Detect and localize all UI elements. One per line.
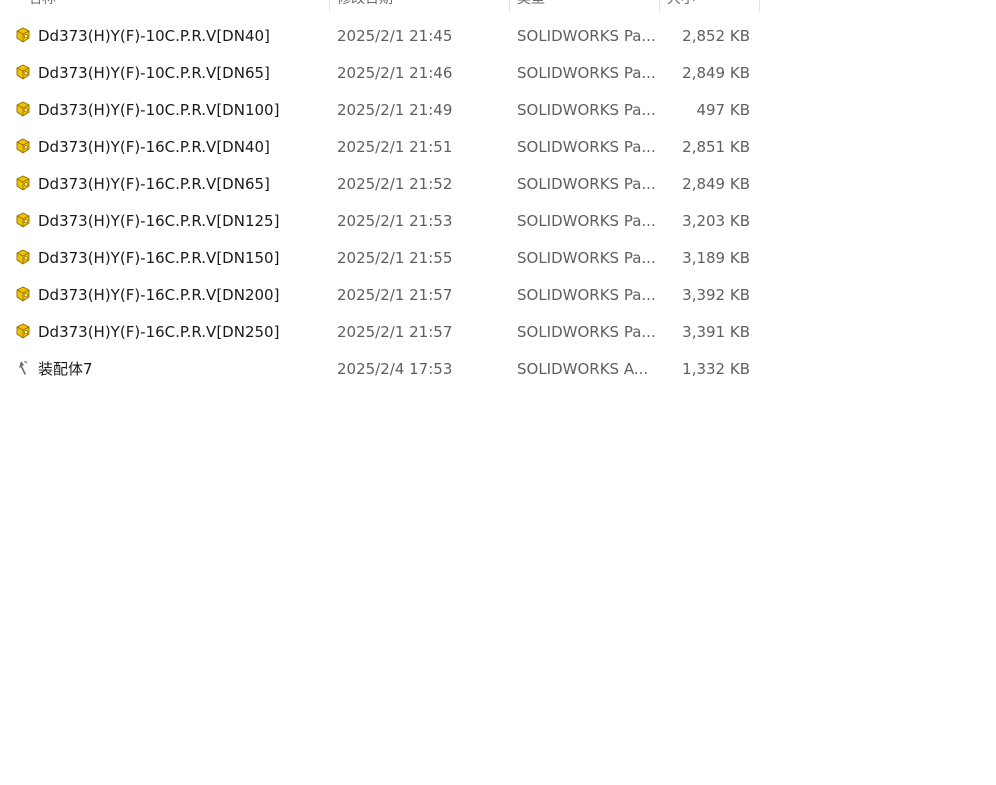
file-type: SOLIDWORKS A... [517,360,649,378]
solidworks-assembly-icon [14,359,32,377]
file-size: 3,391 KB [682,323,750,341]
file-size: 2,851 KB [682,138,750,156]
file-list: 名称 修改日期 类型 大小 Dd373(H)Y(F)-10C.P.R.V[DN4… [0,0,996,785]
file-row[interactable]: Dd373(H)Y(F)-16C.P.R.V[DN125] 2025/2/1 2… [0,203,760,240]
solidworks-part-icon [14,285,32,303]
column-header-type[interactable]: 类型 [517,0,657,12]
file-name: Dd373(H)Y(F)-16C.P.R.V[DN250] [38,323,280,341]
file-row[interactable]: Dd373(H)Y(F)-16C.P.R.V[DN65] 2025/2/1 21… [0,166,760,203]
column-divider[interactable] [509,0,510,12]
file-size: 2,849 KB [682,64,750,82]
column-header-name[interactable]: 名称 [28,0,328,12]
file-type: SOLIDWORKS Pa... [517,64,656,82]
file-modified-date: 2025/2/1 21:53 [337,212,453,230]
solidworks-part-icon [14,26,32,44]
file-size: 3,189 KB [682,249,750,267]
file-modified-date: 2025/2/1 21:57 [337,323,453,341]
file-row[interactable]: Dd373(H)Y(F)-16C.P.R.V[DN200] 2025/2/1 2… [0,277,760,314]
file-modified-date: 2025/2/1 21:55 [337,249,453,267]
file-size: 2,849 KB [682,175,750,193]
file-name: Dd373(H)Y(F)-16C.P.R.V[DN40] [38,138,270,156]
column-header-date[interactable]: 修改日期 [337,0,507,12]
file-row[interactable]: Dd373(H)Y(F)-16C.P.R.V[DN40] 2025/2/1 21… [0,129,760,166]
solidworks-part-icon [14,100,32,118]
file-name: Dd373(H)Y(F)-16C.P.R.V[DN125] [38,212,280,230]
file-row[interactable]: Dd373(H)Y(F)-16C.P.R.V[DN150] 2025/2/1 2… [0,240,760,277]
file-name: Dd373(H)Y(F)-10C.P.R.V[DN65] [38,64,270,82]
file-name: Dd373(H)Y(F)-16C.P.R.V[DN150] [38,249,280,267]
file-modified-date: 2025/2/1 21:46 [337,64,453,82]
file-type: SOLIDWORKS Pa... [517,323,656,341]
column-header-bar: 名称 修改日期 类型 大小 [0,0,760,12]
file-type: SOLIDWORKS Pa... [517,212,656,230]
file-modified-date: 2025/2/1 21:57 [337,286,453,304]
file-row[interactable]: Dd373(H)Y(F)-10C.P.R.V[DN100] 2025/2/1 2… [0,92,760,129]
file-type: SOLIDWORKS Pa... [517,249,656,267]
file-size: 497 KB [696,101,750,119]
file-row[interactable]: Dd373(H)Y(F)-16C.P.R.V[DN250] 2025/2/1 2… [0,314,760,351]
solidworks-part-icon [14,248,32,266]
file-type: SOLIDWORKS Pa... [517,101,656,119]
file-size: 3,392 KB [682,286,750,304]
file-row[interactable]: Dd373(H)Y(F)-10C.P.R.V[DN40] 2025/2/1 21… [0,18,760,55]
file-modified-date: 2025/2/1 21:45 [337,27,453,45]
column-divider[interactable] [759,0,760,12]
solidworks-part-icon [14,322,32,340]
file-name: Dd373(H)Y(F)-10C.P.R.V[DN40] [38,27,270,45]
file-type: SOLIDWORKS Pa... [517,175,656,193]
file-name: Dd373(H)Y(F)-10C.P.R.V[DN100] [38,101,280,119]
solidworks-part-icon [14,174,32,192]
file-modified-date: 2025/2/1 21:52 [337,175,453,193]
column-divider[interactable] [329,0,330,12]
file-rows: Dd373(H)Y(F)-10C.P.R.V[DN40] 2025/2/1 21… [0,18,760,388]
file-modified-date: 2025/2/1 21:49 [337,101,453,119]
column-header-size[interactable]: 大小 [667,0,757,12]
file-type: SOLIDWORKS Pa... [517,138,656,156]
file-row[interactable]: 装配体7 2025/2/4 17:53 SOLIDWORKS A... 1,33… [0,351,760,388]
file-size: 2,852 KB [682,27,750,45]
file-type: SOLIDWORKS Pa... [517,286,656,304]
file-type: SOLIDWORKS Pa... [517,27,656,45]
file-size: 1,332 KB [682,360,750,378]
file-row[interactable]: Dd373(H)Y(F)-10C.P.R.V[DN65] 2025/2/1 21… [0,55,760,92]
file-modified-date: 2025/2/1 21:51 [337,138,453,156]
file-name: 装配体7 [38,360,93,378]
column-divider[interactable] [659,0,660,12]
file-name: Dd373(H)Y(F)-16C.P.R.V[DN200] [38,286,280,304]
solidworks-part-icon [14,211,32,229]
file-name: Dd373(H)Y(F)-16C.P.R.V[DN65] [38,175,270,193]
solidworks-part-icon [14,137,32,155]
file-modified-date: 2025/2/4 17:53 [337,360,453,378]
solidworks-part-icon [14,63,32,81]
file-size: 3,203 KB [682,212,750,230]
